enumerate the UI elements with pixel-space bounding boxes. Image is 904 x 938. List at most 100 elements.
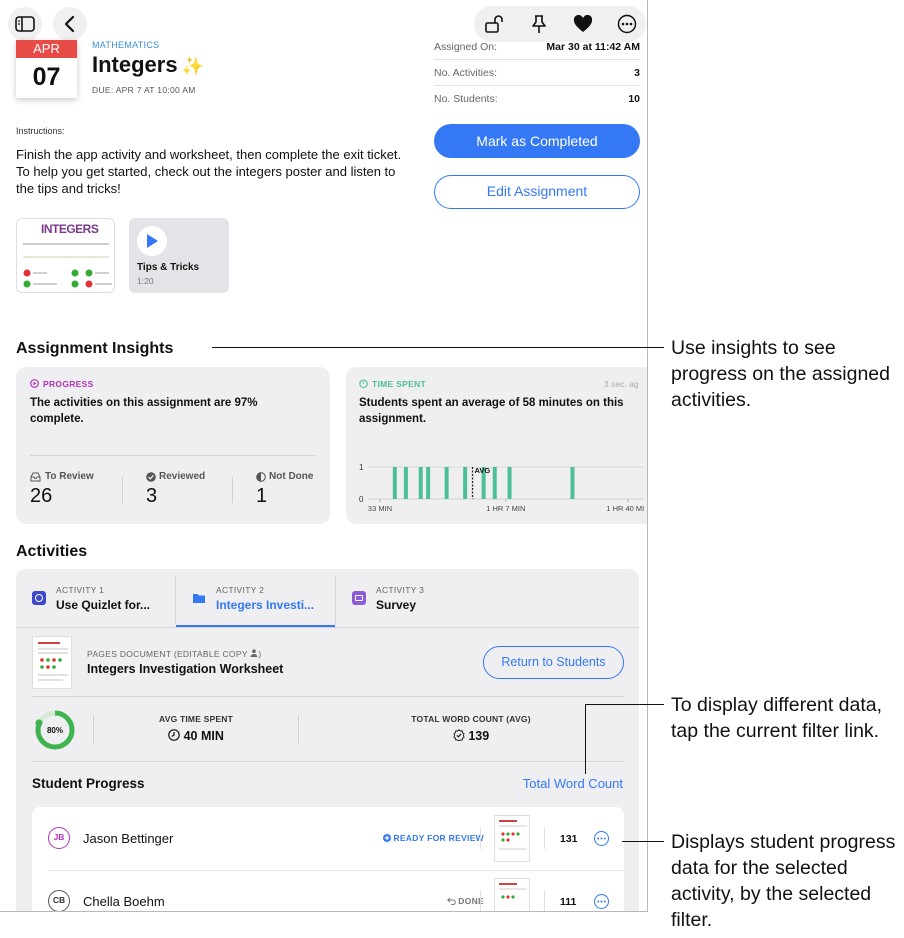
callout-line [622,841,664,843]
divider [32,761,624,762]
avg-time-label: AVG TIME SPENT [159,714,233,724]
checkmark-circle-icon [146,472,156,482]
word-count: 111 [560,896,577,908]
worksheet-thumbnail[interactable] [32,636,72,689]
title-text: Integers [92,52,178,77]
ellipsis-icon [617,14,637,34]
chart-bar [403,467,408,499]
timer-icon [359,379,368,388]
mark-completed-button[interactable]: Mark as Completed [434,124,640,158]
divider [122,477,123,503]
worksheet-preview [38,642,68,681]
callout-insights: Use insights to see progress on the assi… [671,337,890,411]
chart-bar [570,467,575,499]
time-spent-chart: 0 1 AVG 33 MIN 1 HR 7 MIN 1 HR 40 MIN [359,463,644,513]
person-icon [250,649,258,657]
poster-drawing [23,243,112,288]
progress-label: PROGRESS [43,379,94,389]
student-progress-title: Student Progress [32,776,145,791]
student-row[interactable]: JB Jason Bettinger READY FOR REVIEW 131 [32,807,624,870]
sidebar-icon [15,16,35,32]
divider [544,827,545,849]
play-button[interactable] [137,226,167,256]
tray-icon [30,472,41,482]
divider [93,715,94,743]
progress-card[interactable]: PROGRESS The activities on this assignme… [16,367,330,524]
callout-line [585,704,587,774]
due-date: DUE: APR 7 AT 10:00 AM [92,85,196,95]
tab-title: Integers Investi... [216,598,315,612]
stat-label: Reviewed [159,471,206,482]
student-list: JB Jason Bettinger READY FOR REVIEW 131 … [32,807,624,911]
heart-icon [573,15,593,32]
unlock-button[interactable] [484,14,504,34]
time-spent-ago: 3 sec. ag [604,379,639,389]
integers-poster-attachment[interactable]: INTEGERS [16,218,115,293]
unlock-icon [485,15,503,33]
student-more-button[interactable] [594,894,609,909]
pin-icon [532,15,546,33]
favorite-button[interactable] [573,14,593,34]
stat-value: 3 [146,485,158,507]
ready-icon [382,834,391,842]
tips-tricks-attachment[interactable]: Tips & Tricks 1:20 [129,218,229,293]
student-row[interactable]: CB Chella Boehm DONE 111 [32,870,624,911]
meta-key: No. Students: [434,93,498,105]
document-kind: PAGES DOCUMENT (EDITABLE COPY ) [87,649,262,659]
callout-line [212,347,664,349]
stat-label: Not Done [269,471,314,482]
chart-x-tick: 1 HR 40 MIN [606,504,644,513]
quizlet-icon [32,591,46,605]
chart-bar [492,467,497,499]
filter-link[interactable]: Total Word Count [523,776,623,791]
tab-activity-3[interactable]: ACTIVITY 3 Survey [352,577,492,627]
tab-kicker: ACTIVITY 2 [216,585,265,595]
clock-icon [168,729,180,741]
chevron-left-icon [64,15,75,33]
divider [30,455,316,456]
badge-check-icon [453,729,465,742]
completion-percent: 80% [47,726,63,735]
calendar-day: 07 [32,63,61,91]
pin-button[interactable] [529,14,549,34]
chart-y-tick: 1 [359,463,364,472]
ellipsis-icon [597,837,606,840]
meta-assigned-on: Assigned On: Mar 30 at 11:42 AM [434,34,640,60]
back-button[interactable] [53,7,87,41]
meta-activities: No. Activities: 3 [434,60,640,86]
time-spent-label: TIME SPENT [372,379,427,389]
return-to-students-button[interactable]: Return to Students [483,646,624,679]
submission-thumbnail[interactable] [494,815,530,862]
activities-heading: Activities [16,543,88,560]
tab-divider [335,575,336,625]
chart-y-tick: 0 [359,495,364,504]
document-kind-text: PAGES DOCUMENT (EDITABLE COPY [87,649,248,659]
progress-text: The activities on this assignment are 97… [30,397,258,425]
app-screen: APR 07 MATHEMATICS Integers ✨ DUE: APR 7 … [0,0,648,912]
chart-avg-label: AVG [475,466,491,475]
subject-label: MATHEMATICS [92,40,160,50]
more-button[interactable] [617,14,637,34]
chart-x-tick: 1 HR 7 MIN [486,504,525,513]
instructions-text: Finish the app activity and worksheet, t… [16,147,402,196]
survey-icon [352,591,366,605]
tab-title: Use Quizlet for... [56,598,151,612]
chart-bar [463,467,468,499]
meta-students: No. Students: 10 [434,86,640,112]
stat-value: 26 [30,485,53,507]
submission-thumbnail[interactable] [494,878,530,911]
divider [232,477,233,503]
tab-activity-2[interactable]: ACTIVITY 2 Integers Investi... [192,577,335,627]
time-spent-card[interactable]: TIME SPENT 3 sec. ag Students spent an a… [346,367,647,524]
callout-filter: To display different data, tap the curre… [671,694,883,742]
student-more-button[interactable] [594,831,609,846]
tab-title: Survey [376,598,417,612]
sparkle-icon: ✨ [181,56,205,76]
edit-assignment-button[interactable]: Edit Assignment [434,175,640,209]
student-name: Chella Boehm [83,894,165,909]
sidebar-toggle-button[interactable] [8,7,42,41]
tab-activity-1[interactable]: ACTIVITY 1 Use Quizlet for... [32,577,172,627]
word-count: 131 [560,833,578,845]
submission-preview [499,820,527,850]
ellipsis-icon [597,900,606,903]
